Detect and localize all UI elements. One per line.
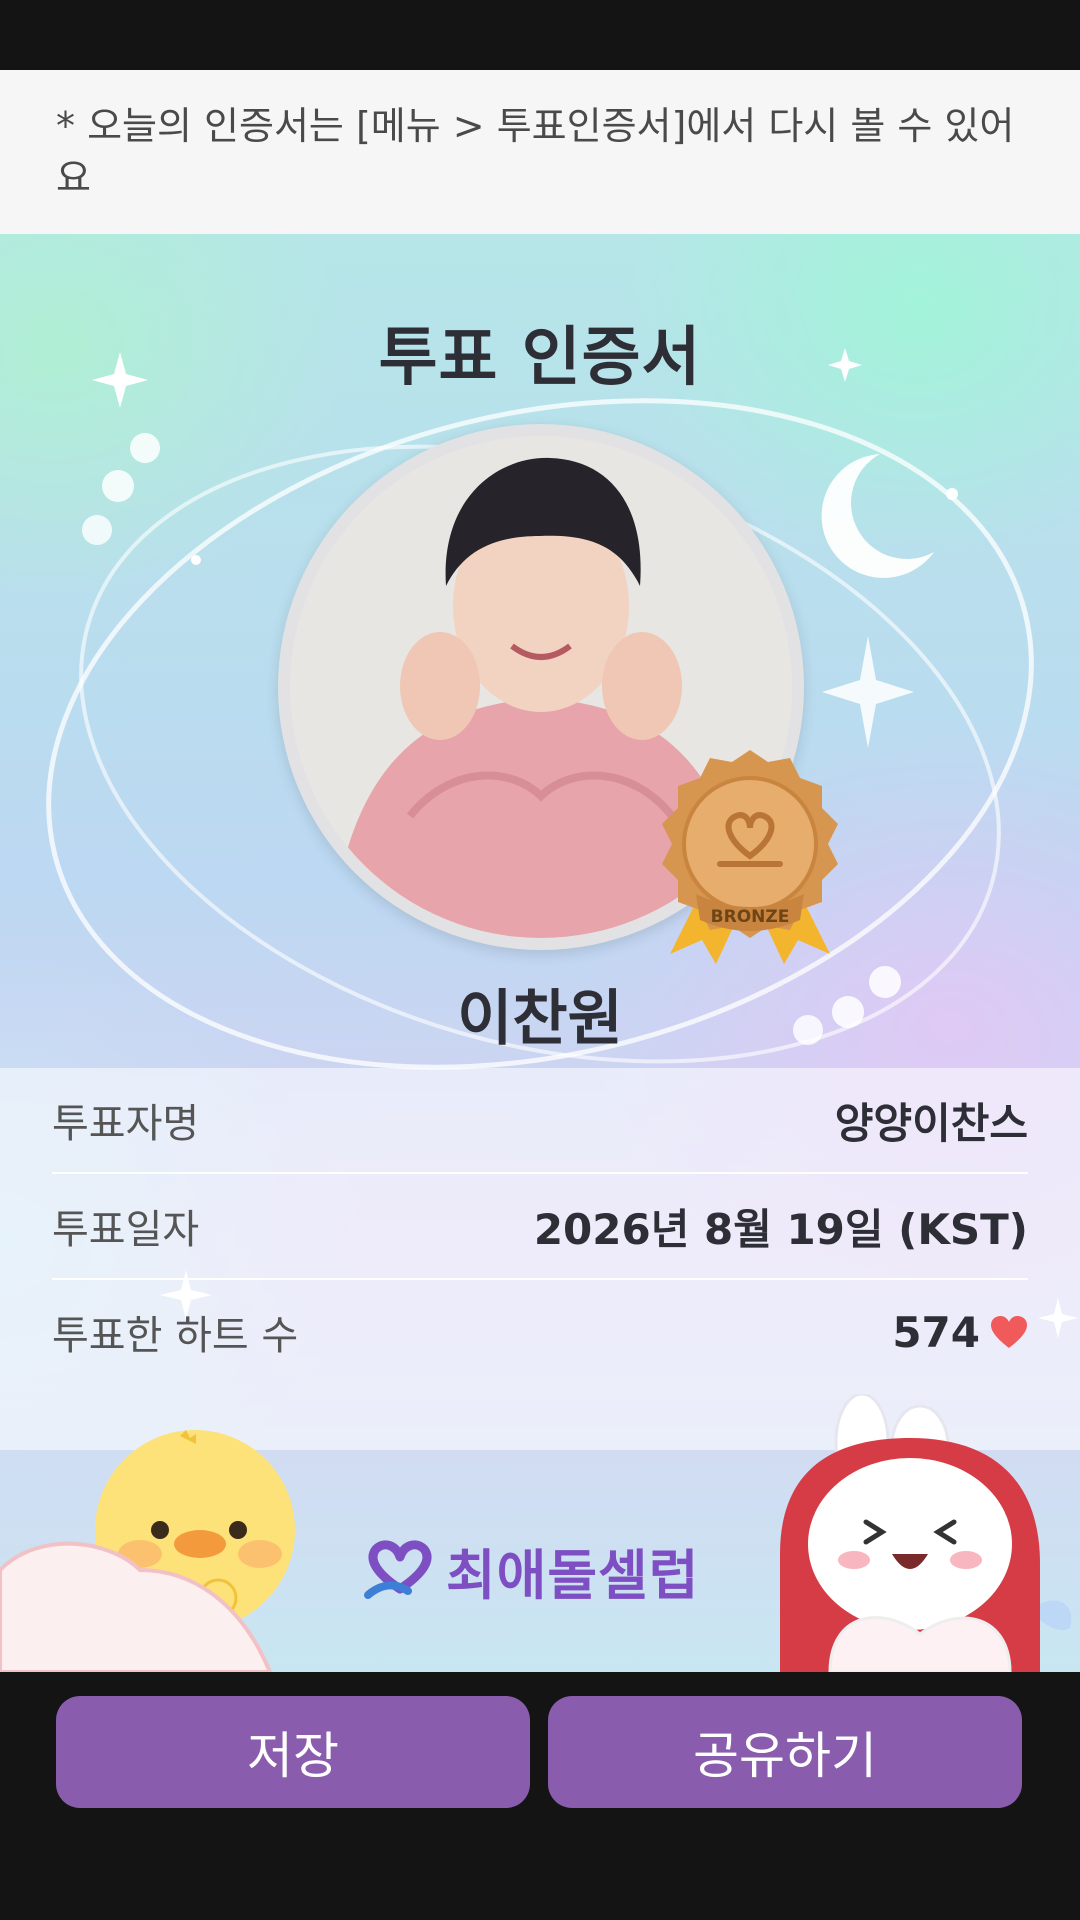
idol-name: 이찬원 <box>457 984 623 1054</box>
share-button[interactable]: 공유하기 <box>548 1696 1022 1808</box>
top-bar <box>0 0 1080 70</box>
voter-name-label: 투표자명 <box>52 1101 200 1147</box>
info-panel: 투표자명 양양이찬스 투표일자 2026년 8월 19일 (KST) 투표한 하… <box>0 1068 1080 1450</box>
brand: 최애돌셀럽 <box>362 1530 699 1610</box>
heart-count-row: 투표한 하트 수 574 <box>52 1280 1028 1384</box>
sparkle-icon <box>822 636 914 748</box>
vote-date-label: 투표일자 <box>52 1207 200 1253</box>
vote-date-value: 2026년 8월 19일 (KST) <box>533 1204 1028 1254</box>
brand-logo-icon <box>364 1540 432 1599</box>
badge-label: BRONZE <box>711 907 790 927</box>
certificate-title: 투표 인증서 <box>378 321 702 395</box>
bunny-character-image <box>780 1394 1072 1672</box>
heart-count-value-wrap: 574 <box>892 1308 1028 1357</box>
notice-text: * 오늘의 인증서는 [메뉴 > 투표인증서]에서 다시 볼 수 있어요 <box>0 70 1080 234</box>
save-button[interactable]: 저장 <box>56 1696 530 1808</box>
heart-count-label: 투표한 하트 수 <box>52 1313 299 1359</box>
brand-name: 최애돌셀럽 <box>446 1543 700 1607</box>
bronze-medal-icon: BRONZE <box>662 750 838 964</box>
voter-name-value: 양양이찬스 <box>834 1098 1028 1148</box>
heart-icon <box>991 1316 1027 1348</box>
voter-name-row: 투표자명 양양이찬스 <box>52 1068 1028 1172</box>
vote-certificate: 투표 인증서 BRONZE 이찬원 투표자명 양양이찬스 투표일자 2026년 … <box>0 234 1080 1672</box>
vote-date-row: 투표일자 2026년 8월 19일 (KST) <box>52 1174 1028 1278</box>
chick-character-image <box>0 1430 295 1672</box>
heart-count-value: 574 <box>892 1307 980 1357</box>
